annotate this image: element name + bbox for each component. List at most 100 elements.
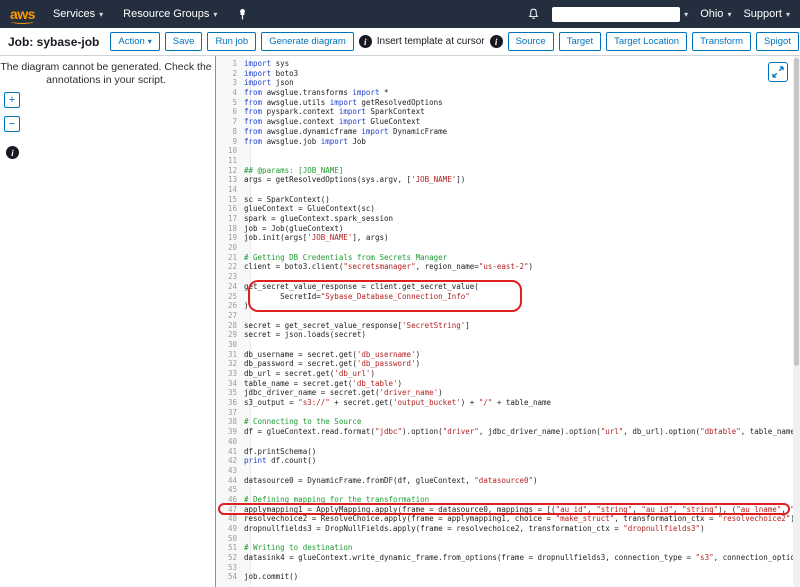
region-selector[interactable]: Ohio ▾: [700, 8, 731, 20]
line-number: 9: [216, 137, 244, 147]
code-line: 45: [216, 485, 800, 495]
chevron-down-icon: ▾: [684, 10, 688, 19]
code-line: 17spark = glueContext.spark_session: [216, 214, 800, 224]
line-number: 29: [216, 330, 244, 340]
action-label: Action: [118, 36, 144, 47]
line-number: 20: [216, 243, 244, 253]
line-number: 39: [216, 427, 244, 437]
code-line: 32db_password = secret.get('db_password'…: [216, 359, 800, 369]
line-number: 27: [216, 311, 244, 321]
info-icon[interactable]: i: [359, 35, 372, 48]
support-menu[interactable]: Support ▾: [743, 8, 790, 20]
code-line: 48resolvechoice2 = ResolveChoice.apply(f…: [216, 514, 800, 524]
line-number: 42: [216, 456, 244, 466]
code-line: 6from pyspark.context import SparkContex…: [216, 107, 800, 117]
code-line: 3import json: [216, 78, 800, 88]
code-line: 49dropnullfields3 = DropNullFields.apply…: [216, 524, 800, 534]
line-number: 49: [216, 524, 244, 534]
code-line: 46# Defining mapping for the transformat…: [216, 495, 800, 505]
code-line: 38# Connecting to the Source: [216, 417, 800, 427]
code-line: 53: [216, 563, 800, 573]
action-button[interactable]: Action ▾: [110, 32, 159, 51]
line-number: 12: [216, 166, 244, 176]
support-label: Support: [743, 8, 782, 20]
chevron-down-icon: ▾: [727, 10, 731, 19]
info-icon[interactable]: i: [6, 146, 19, 159]
code-line: 41df.printSchema(): [216, 447, 800, 457]
save-button[interactable]: Save: [165, 32, 203, 51]
account-name-box: [552, 7, 680, 22]
code-line: 44datasource0 = DynamicFrame.fromDF(df, …: [216, 476, 800, 486]
line-number: 38: [216, 417, 244, 427]
code-editor[interactable]: 1import sys2import boto33import json4fro…: [215, 56, 800, 587]
line-number: 21: [216, 253, 244, 263]
code-line: 10: [216, 146, 800, 156]
source-template-button[interactable]: Source: [508, 32, 554, 51]
chevron-down-icon: ▾: [148, 37, 152, 46]
code-lines: 1import sys2import boto33import json4fro…: [216, 59, 800, 582]
notifications-bell-icon[interactable]: [527, 7, 540, 21]
code-line: 21# Getting DB Credentials from Secrets …: [216, 253, 800, 263]
line-number: 31: [216, 350, 244, 360]
line-number: 19: [216, 233, 244, 243]
code-line: 36s3_output = "s3://" + secret.get('outp…: [216, 398, 800, 408]
line-number: 3: [216, 78, 244, 88]
target-location-template-button[interactable]: Target Location: [606, 32, 687, 51]
pin-icon[interactable]: [237, 8, 248, 20]
line-number: 43: [216, 466, 244, 476]
code-line: 35jdbc_driver_name = secret.get('driver_…: [216, 388, 800, 398]
target-template-button[interactable]: Target: [559, 32, 601, 51]
diagram-error-message: The diagram cannot be generated. Check t…: [0, 61, 212, 87]
zoom-out-button[interactable]: −: [4, 116, 20, 132]
line-number: 45: [216, 485, 244, 495]
line-number: 15: [216, 195, 244, 205]
code-line: 11: [216, 156, 800, 166]
main-content: The diagram cannot be generated. Check t…: [0, 56, 800, 587]
zoom-in-button[interactable]: +: [4, 92, 20, 108]
info-icon[interactable]: i: [490, 35, 503, 48]
expand-editor-icon[interactable]: [768, 62, 788, 82]
code-line: 42print df.count(): [216, 456, 800, 466]
code-line: 25 SecretId="Sybase_Database_Connection_…: [216, 292, 800, 302]
line-number: 50: [216, 534, 244, 544]
code-line: 15sc = SparkContext(): [216, 195, 800, 205]
insert-template-label: Insert template at cursor: [377, 36, 485, 47]
line-number: 6: [216, 107, 244, 117]
code-line: 9from awsglue.job import Job: [216, 137, 800, 147]
line-number: 17: [216, 214, 244, 224]
nav-services[interactable]: Services ▾: [53, 8, 103, 20]
line-number: 52: [216, 553, 244, 563]
nav-services-label: Services: [53, 8, 95, 20]
generate-diagram-button[interactable]: Generate diagram: [261, 32, 354, 51]
scrollbar-thumb[interactable]: [794, 58, 799, 366]
line-number: 10: [216, 146, 244, 156]
code-line: 28secret = get_secret_value_response['Se…: [216, 321, 800, 331]
account-menu[interactable]: ▾: [552, 7, 688, 22]
code-line: 51# Writing to destination: [216, 543, 800, 553]
editor-scrollbar[interactable]: [793, 56, 800, 587]
code-line: 1import sys: [216, 59, 800, 69]
line-number: 48: [216, 514, 244, 524]
code-line: 7from awsglue.context import GlueContext: [216, 117, 800, 127]
code-line: 12## @params: [JOB_NAME]: [216, 166, 800, 176]
spigot-template-button[interactable]: Spigot: [756, 32, 799, 51]
code-line: 52datasink4 = glueContext.write_dynamic_…: [216, 553, 800, 563]
aws-logo[interactable]: aws: [10, 6, 35, 22]
transform-template-button[interactable]: Transform: [692, 32, 751, 51]
run-job-button[interactable]: Run job: [207, 32, 256, 51]
page-title: Job: sybase-job: [8, 35, 99, 49]
line-number: 25: [216, 292, 244, 302]
code-line: 40: [216, 437, 800, 447]
nav-resource-groups[interactable]: Resource Groups ▾: [123, 8, 217, 20]
code-line: 39df = glueContext.read.format("jdbc").o…: [216, 427, 800, 437]
code-line: 13args = getResolvedOptions(sys.argv, ['…: [216, 175, 800, 185]
line-number: 1: [216, 59, 244, 69]
line-number: 16: [216, 204, 244, 214]
job-toolbar: Job: sybase-job Action ▾ Save Run job Ge…: [0, 28, 800, 56]
line-number: 8: [216, 127, 244, 137]
code-line: 4from awsglue.transforms import *: [216, 88, 800, 98]
line-number: 44: [216, 476, 244, 486]
line-number: 34: [216, 379, 244, 389]
line-number: 36: [216, 398, 244, 408]
line-number: 51: [216, 543, 244, 553]
